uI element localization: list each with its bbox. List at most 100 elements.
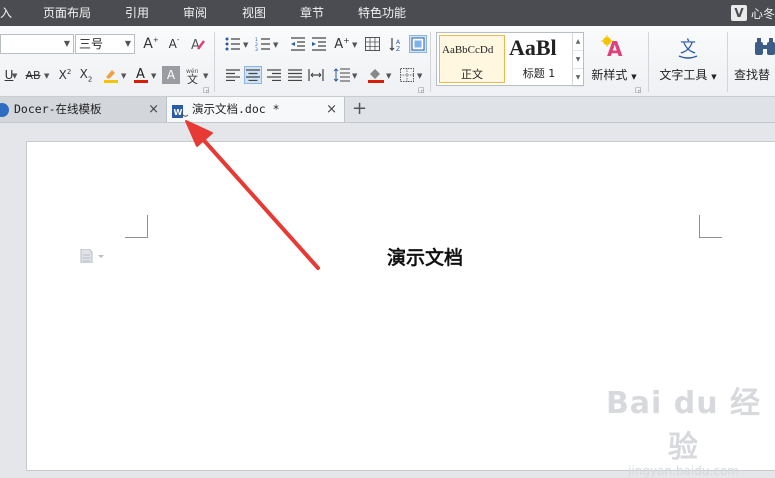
chevron-down-icon: ▼ (631, 73, 637, 81)
ribbon-divider (214, 32, 215, 92)
menu-item-special-features[interactable]: 特色功能 (358, 0, 406, 26)
chevron-down-icon: ▼ (63, 39, 70, 48)
svg-text:A: A (136, 67, 145, 82)
chevron-down-icon[interactable]: ▼ (203, 72, 208, 80)
text-tools-icon: 文 (656, 32, 720, 62)
svg-text:文: 文 (187, 72, 198, 84)
font-color-icon[interactable]: A (132, 66, 150, 84)
watermark-logo: Bai du 经验 (605, 386, 762, 465)
paragraph-dialog-launcher-icon[interactable]: ◲ (418, 86, 425, 94)
chevron-down-icon[interactable]: ▼ (44, 72, 49, 80)
bullets-icon[interactable] (224, 35, 242, 53)
menu-item-chapter[interactable]: 章节 (300, 0, 324, 26)
ribbon-divider (727, 32, 728, 92)
watermark-url: jingyan.baidu.com (628, 464, 739, 478)
chevron-down-icon: ▼ (711, 73, 717, 81)
chevron-down-icon[interactable]: ▼ (273, 41, 278, 49)
menu-item-review[interactable]: 审阅 (183, 0, 207, 26)
style-label: 标题 1 (522, 67, 556, 80)
font-dialog-launcher-icon[interactable]: ◲ (203, 86, 210, 94)
margin-corner-mark (699, 215, 722, 238)
borders-icon[interactable] (398, 66, 416, 84)
ribbon-divider (430, 32, 431, 92)
shading-fill-icon[interactable] (367, 66, 385, 84)
increase-indent-icon[interactable] (310, 35, 328, 53)
chevron-down-icon: ▼ (124, 39, 131, 48)
style-preview: AaBl (509, 35, 557, 60)
chevron-up-icon[interactable]: ▲ (573, 33, 583, 51)
align-right-icon[interactable] (265, 66, 283, 84)
chevron-down-icon[interactable]: ▼ (12, 72, 17, 80)
svg-text:3: 3 (255, 47, 258, 51)
style-normal[interactable]: AaBbCcDd 正文 (439, 35, 505, 83)
chevron-down-icon[interactable]: ▼ (352, 72, 357, 80)
tab-docer-templates[interactable]: Docer-在线模板 × (0, 97, 167, 122)
chevron-down-icon[interactable]: ▼ (352, 41, 357, 49)
style-preview: AaBbCcDd (442, 44, 494, 56)
font-size-value: 三号 (79, 37, 104, 51)
font-name-select[interactable]: ▼ (0, 34, 74, 54)
chevron-down-icon[interactable]: ▼ (573, 51, 583, 69)
close-icon[interactable]: × (326, 97, 337, 122)
menu-item-page-layout[interactable]: 页面布局 (43, 0, 91, 26)
font-size-select[interactable]: 三号 ▼ (75, 34, 135, 54)
chevron-down-icon[interactable]: ▼ (151, 72, 156, 80)
new-style-label: 新样式 (591, 68, 628, 82)
sort-icon[interactable]: AZ (387, 35, 405, 53)
chevron-down-icon[interactable]: ▼ (417, 72, 422, 80)
document-title-text[interactable]: 演示文档 (340, 243, 510, 270)
clear-format-icon[interactable]: A (189, 35, 207, 53)
baidu-jingyan-watermark: Bai du 经验 jingyan.baidu.com (592, 378, 775, 478)
styles-gallery: AaBbCcDd 正文 AaBl 标题 1 ▲ ▼ ▼ (436, 32, 584, 87)
menu-item-view[interactable]: 视图 (242, 0, 266, 26)
new-tab-button[interactable]: + (352, 97, 367, 122)
document-tab-bar: Docer-在线模板 × W 演示文档.doc * × (0, 97, 775, 123)
ribbon-toolbar: ▼ 三号 ▼ A + A- A U ▼ AB ▼ X2 X2 ▼ A ▼ A wé… (0, 26, 775, 97)
find-replace-label: 查找替 (734, 68, 771, 82)
user-account[interactable]: V 心冬 (730, 4, 775, 22)
text-tools-label: 文字工具 (659, 68, 708, 82)
tab-demo-document[interactable]: W 演示文档.doc * × (167, 97, 345, 122)
find-replace-button[interactable]: 查找替 (734, 32, 775, 83)
shrink-font-icon[interactable]: A- (165, 35, 183, 53)
new-style-icon: A (590, 32, 638, 62)
show-hide-marks-icon[interactable] (409, 35, 427, 53)
svg-text:A: A (191, 38, 200, 52)
strikethrough-icon[interactable]: AB (22, 66, 44, 84)
expand-more-icon[interactable]: ▼ (573, 69, 583, 87)
char-shading-icon[interactable]: A (162, 66, 180, 84)
highlight-icon[interactable] (102, 66, 120, 84)
distributed-align-icon[interactable] (307, 66, 325, 84)
docer-logo-icon (0, 103, 9, 117)
numbering-icon[interactable]: 123 (254, 35, 272, 53)
svg-text:Z: Z (396, 46, 400, 52)
styles-scroll[interactable]: ▲ ▼ ▼ (572, 33, 583, 87)
chevron-down-icon[interactable]: ▼ (243, 41, 248, 49)
text-tools-button[interactable]: 文 文字工具 ▼ (656, 32, 720, 83)
text-direction-icon[interactable]: A + (333, 35, 351, 53)
superscript-icon[interactable]: X2 (56, 66, 74, 84)
line-spacing-icon[interactable] (333, 66, 351, 84)
phonetic-guide-icon[interactable]: wén 文 (184, 66, 202, 84)
new-style-button[interactable]: A 新样式 ▼ (590, 32, 638, 83)
menu-item-references[interactable]: 引用 (125, 0, 149, 26)
align-left-icon[interactable] (224, 66, 242, 84)
close-icon[interactable]: × (148, 97, 159, 122)
user-name: 心冬 (750, 6, 775, 21)
table-grid-icon[interactable] (363, 35, 381, 53)
styles-dialog-launcher-icon[interactable]: ◲ (635, 86, 642, 94)
style-heading-1[interactable]: AaBl 标题 1 (507, 35, 573, 83)
svg-text:文: 文 (680, 37, 696, 56)
tab-label: 演示文档.doc * (192, 102, 280, 116)
justify-icon[interactable] (286, 66, 304, 84)
vip-badge-icon: V (730, 5, 747, 21)
menu-bar: 入 页面布局 引用 审阅 视图 章节 特色功能 V 心冬 (0, 0, 775, 26)
align-center-icon[interactable] (244, 66, 262, 84)
subscript-icon[interactable]: X2 (77, 66, 95, 84)
chevron-down-icon[interactable]: ▼ (386, 72, 391, 80)
paragraph-handle-icon[interactable] (80, 248, 106, 266)
grow-font-icon[interactable]: A + (142, 35, 160, 53)
chevron-down-icon[interactable]: ▼ (121, 72, 126, 80)
menu-item-insert[interactable]: 入 (0, 0, 12, 26)
decrease-indent-icon[interactable] (289, 35, 307, 53)
